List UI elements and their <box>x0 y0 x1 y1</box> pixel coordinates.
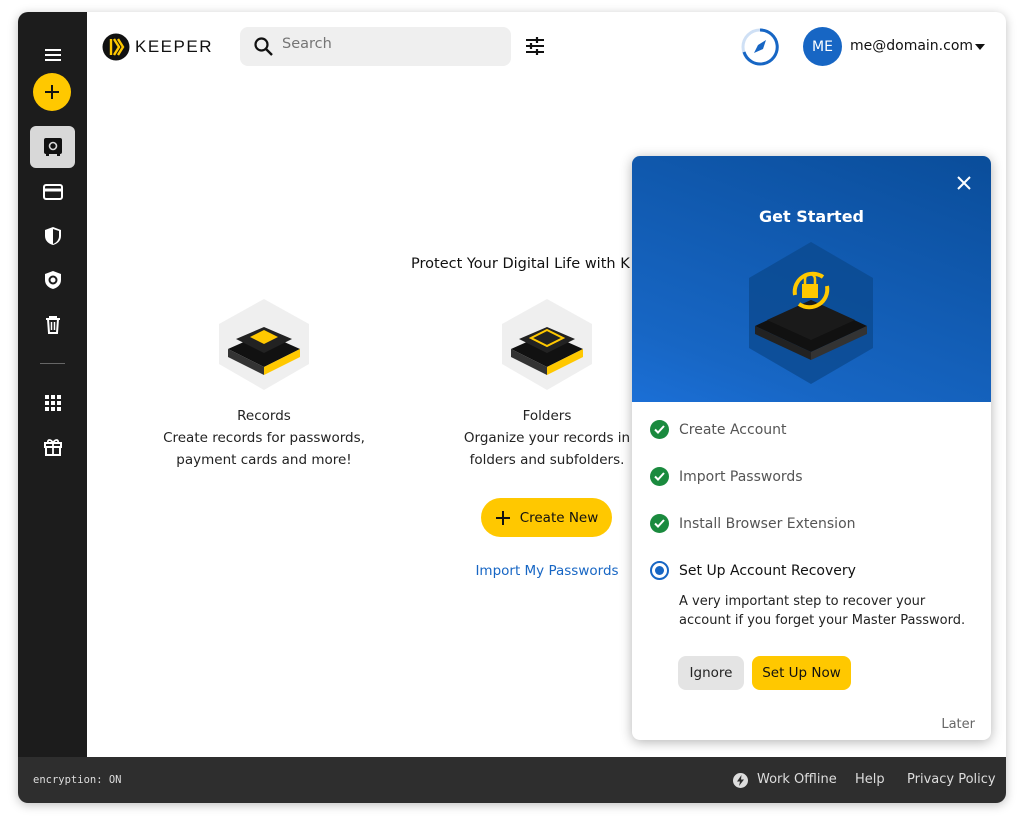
create-new-label: Create New <box>519 509 599 526</box>
search-icon <box>254 37 273 56</box>
account-recovery-illustration-icon <box>749 242 873 384</box>
avatar[interactable]: ME <box>803 27 842 66</box>
filter-settings-icon[interactable] <box>525 36 545 56</box>
step-label: Create Account <box>679 421 787 438</box>
sidebar-divider <box>40 363 65 364</box>
folders-title: Folders <box>522 408 572 424</box>
later-link[interactable]: Later <box>941 717 975 732</box>
payment-card-icon[interactable] <box>30 171 75 213</box>
onboarding-progress-rocket-icon[interactable] <box>740 27 780 67</box>
help-link[interactable]: Help <box>855 772 885 787</box>
ignore-button[interactable]: Ignore <box>678 656 744 690</box>
popup-header: Get Started <box>632 156 991 402</box>
check-icon <box>650 514 669 533</box>
security-shield-icon[interactable] <box>30 215 75 257</box>
brand-name: KEEPER <box>135 37 213 56</box>
records-desc-1: Create records for passwords, <box>163 430 365 446</box>
close-icon[interactable] <box>957 176 971 190</box>
menu-icon[interactable] <box>30 34 75 76</box>
add-button[interactable] <box>33 73 71 111</box>
search-input[interactable] <box>282 36 492 52</box>
keeper-logo-icon <box>102 33 130 61</box>
encryption-status: encryption: ON <box>33 774 122 786</box>
keeper-logo: KEEPER <box>102 33 213 61</box>
description-line: A very important step to recover your <box>679 594 926 609</box>
step-label: Import Passwords <box>679 468 803 485</box>
get-started-popup: Get Started Create Account Import Passwo… <box>632 156 991 740</box>
user-email[interactable]: me@domain.com <box>850 38 973 54</box>
step-create-account: Create Account <box>650 420 787 439</box>
vault-icon[interactable] <box>30 126 75 168</box>
step-label: Install Browser Extension <box>679 515 856 532</box>
lightning-icon <box>733 773 748 788</box>
chevron-down-icon[interactable] <box>975 44 985 50</box>
step-import-passwords: Import Passwords <box>650 467 803 486</box>
import-passwords-link[interactable]: Import My Passwords <box>458 563 636 579</box>
sidebar <box>18 12 87 757</box>
step-label: Set Up Account Recovery <box>679 562 856 579</box>
gift-icon[interactable] <box>30 426 75 468</box>
check-icon <box>650 467 669 486</box>
folders-illustration-icon <box>502 299 592 390</box>
records-feature: Records Create records for passwords, pa… <box>154 297 374 471</box>
recovery-description: A very important step to recover your acc… <box>679 592 965 630</box>
app-window: KEEPER ME me@domain.com Protect Your Dig… <box>18 12 1006 803</box>
step-account-recovery[interactable]: Set Up Account Recovery <box>650 561 856 580</box>
work-offline-link[interactable]: Work Offline <box>757 772 837 787</box>
privacy-policy-link[interactable]: Privacy Policy <box>907 772 996 787</box>
footer: encryption: ON Work Offline Help Privacy… <box>18 757 1006 803</box>
step-install-extension: Install Browser Extension <box>650 514 856 533</box>
trash-icon[interactable] <box>30 304 75 346</box>
create-new-button[interactable]: Create New <box>481 498 612 537</box>
records-desc-2: payment cards and more! <box>176 452 352 468</box>
records-illustration-icon <box>219 299 309 390</box>
main-title: Protect Your Digital Life with K <box>411 256 630 272</box>
records-title: Records <box>237 408 291 424</box>
breachwatch-icon[interactable] <box>30 259 75 301</box>
description-line: account if you forget your Master Passwo… <box>679 613 966 628</box>
check-icon <box>650 420 669 439</box>
popup-title: Get Started <box>758 207 864 226</box>
apps-grid-icon[interactable] <box>30 382 75 424</box>
plus-icon <box>495 510 510 525</box>
folders-feature: Folders Organize your records in folders… <box>437 297 657 471</box>
set-up-now-button[interactable]: Set Up Now <box>752 656 851 690</box>
folders-desc-1: Organize your records in <box>463 430 631 446</box>
search-box[interactable] <box>240 27 511 66</box>
radio-selected-icon <box>650 561 669 580</box>
folders-desc-2: folders and subfolders. <box>469 452 625 468</box>
top-bar: KEEPER ME me@domain.com <box>87 12 1006 82</box>
